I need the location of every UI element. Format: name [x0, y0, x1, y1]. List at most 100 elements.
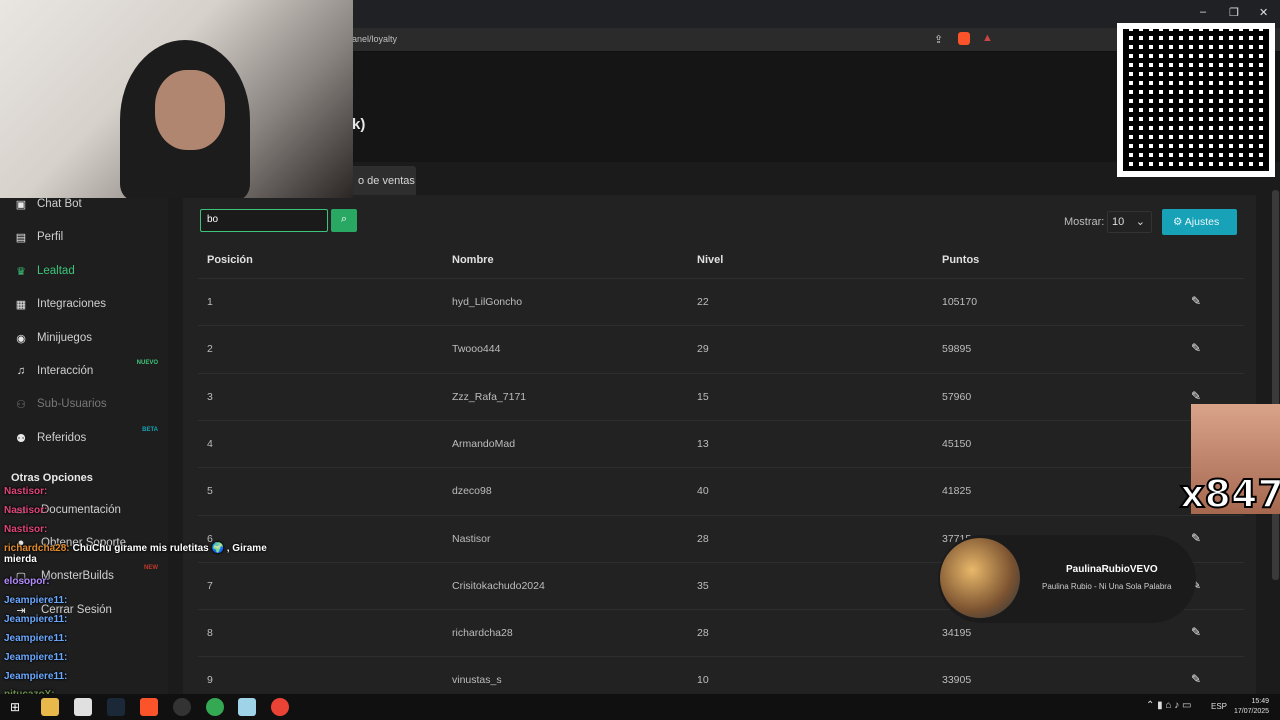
- minimize-button[interactable]: –: [1200, 6, 1206, 18]
- cell-position: 1: [207, 296, 213, 308]
- column-header-position: Posición: [207, 254, 253, 266]
- column-header-level: Nivel: [697, 254, 724, 266]
- obs-icon[interactable]: [173, 698, 191, 716]
- id-card-icon: ▤: [15, 231, 27, 244]
- column-header-points: Puntos: [942, 254, 980, 266]
- cell-points: 59895: [942, 343, 972, 356]
- chat-username: Jeampiere11:: [4, 614, 68, 625]
- plug-icon: ▦: [15, 298, 27, 311]
- sidebar-item-label: Sub-Usuarios: [37, 398, 107, 410]
- edit-icon[interactable]: ✎: [1191, 531, 1201, 545]
- search-icon: ⌕: [340, 213, 348, 225]
- page-title: k): [352, 116, 366, 133]
- table-row: 5dzeco984041825✎: [198, 467, 1244, 514]
- music-icon: ♫: [16, 365, 26, 377]
- language-indicator[interactable]: ESP: [1211, 702, 1227, 711]
- new-badge: NUEVO: [136, 360, 158, 366]
- clock-time: 15:49: [1251, 698, 1270, 705]
- page-size-select[interactable]: 10 ⌄: [1107, 211, 1152, 233]
- cell-points: 105170: [942, 296, 978, 308]
- edit-icon[interactable]: ✎: [1191, 389, 1201, 403]
- chat-message: Jeampiere11:: [4, 652, 294, 663]
- chrome-icon[interactable]: [206, 698, 224, 716]
- chat-username: Jeampiere11:: [4, 633, 68, 644]
- store-icon[interactable]: [74, 698, 92, 716]
- table-row: 3 Zzz_Rafa_7171 15 57960 ✎: [198, 372, 1244, 420]
- edit-icon[interactable]: ✎: [1191, 294, 1201, 308]
- meme-counter: x8471: [1179, 471, 1280, 517]
- chat-message: elosopor:: [4, 576, 294, 587]
- chat-message: richardcha28: ChuChu girame mis ruletitas…: [4, 543, 294, 565]
- edit-icon[interactable]: ✎: [1191, 672, 1201, 686]
- sidebar-item-label: Lealtad: [37, 265, 75, 277]
- brave-icon[interactable]: [140, 698, 158, 716]
- album-art: [940, 538, 1020, 618]
- page-size-value: 10: [1112, 216, 1125, 228]
- cell-name: vinustas_s: [452, 674, 502, 687]
- restore-button[interactable]: ❐: [1229, 6, 1239, 19]
- new-badge: NEW: [144, 565, 158, 571]
- sidebar-item-label: Chat Bot: [37, 198, 82, 210]
- cell-points: 45150: [942, 437, 972, 450]
- gamepad-icon: ◉: [16, 332, 26, 345]
- chat-username: Nastisor:: [4, 505, 48, 516]
- sidebar-item-integrations[interactable]: ▦ Integraciones: [0, 289, 168, 319]
- sidebar-item-profile[interactable]: ▤ Perfil: [0, 222, 168, 252]
- search-input[interactable]: bo: [200, 209, 328, 232]
- face: [155, 70, 225, 150]
- edit-icon[interactable]: ✎: [1191, 341, 1201, 355]
- sidebar-item-loyalty[interactable]: ♛ Lealtad: [0, 256, 168, 286]
- chat-message: Nastisor:: [4, 505, 294, 516]
- cell-level: 15: [697, 390, 709, 403]
- chat-username: Jeampiere11:: [4, 671, 68, 682]
- notepad-icon[interactable]: [238, 698, 256, 716]
- chat-username: Jeampiere11:: [4, 652, 68, 663]
- settings-button[interactable]: ⚙ Ajustes: [1162, 209, 1237, 235]
- table-row: 4ArmandoMad1345150✎: [198, 419, 1244, 467]
- cell-name: hyd_LilGoncho: [452, 296, 523, 308]
- close-button[interactable]: ✕: [1259, 6, 1268, 19]
- table-row: 1 hyd_LilGoncho 22 105170 ✎: [198, 278, 1244, 325]
- cell-level: 28: [697, 532, 709, 545]
- chat-message: Nastisor:: [4, 486, 294, 497]
- user-group-icon: ⚉: [16, 432, 26, 445]
- cell-points: 34195: [942, 627, 972, 640]
- share-icon[interactable]: ⇪: [934, 33, 943, 46]
- tray-icons[interactable]: ⌃ ▮ ⌂ ♪ ▭: [1146, 700, 1191, 711]
- sidebar-item-interaction[interactable]: ♫ Interacción NUEVO: [0, 356, 168, 386]
- sidebar-item-label: Interacción: [37, 365, 94, 377]
- table-row: 2 Twooo444 29 59895 ✎: [198, 325, 1244, 372]
- file-explorer-icon[interactable]: [41, 698, 59, 716]
- qr-code: [1117, 23, 1275, 177]
- sidebar-item-subusers[interactable]: ⚇ Sub-Usuarios: [0, 389, 168, 419]
- chat-message: Nastisor:: [4, 524, 294, 535]
- chat-message: Jeampiere11:: [4, 614, 294, 625]
- cell-points: 41825: [942, 485, 972, 498]
- search-button[interactable]: ⌕: [331, 209, 357, 232]
- windows-start-icon[interactable]: ⊞: [10, 700, 20, 714]
- sidebar-item-minigames[interactable]: ◉ Minijuegos: [0, 323, 168, 353]
- clock[interactable]: 15:49 17/07/2025: [1234, 697, 1269, 717]
- chat-username: Jeampiere11:: [4, 595, 68, 606]
- robot-icon: ▣: [15, 198, 27, 211]
- cell-position: 4: [207, 437, 213, 450]
- edit-icon[interactable]: ✎: [1191, 625, 1201, 639]
- chat-message: Jeampiere11:: [4, 671, 294, 682]
- show-label: Mostrar:: [1064, 216, 1105, 228]
- trophy-icon: ♛: [16, 265, 26, 278]
- cell-points: 57960: [942, 390, 972, 403]
- chevron-down-icon: ⌄: [1135, 216, 1145, 228]
- sidebar-item-referrals[interactable]: ⚉ Referidos BETA: [0, 423, 168, 453]
- tab-sales[interactable]: o de ventas: [346, 166, 416, 196]
- brave-shield-icon[interactable]: [958, 32, 970, 45]
- cell-name: Zzz_Rafa_7171: [452, 390, 527, 403]
- scrollbar[interactable]: [1272, 190, 1279, 580]
- steam-icon[interactable]: [107, 698, 125, 716]
- cell-level: 28: [697, 627, 709, 640]
- cell-points: 33905: [942, 674, 972, 687]
- chrome-alt-icon[interactable]: [271, 698, 289, 716]
- brave-rewards-icon[interactable]: ▲: [982, 32, 993, 44]
- settings-label: Ajustes: [1184, 216, 1220, 228]
- clock-date: 17/07/2025: [1234, 708, 1270, 715]
- chat-username: Nastisor:: [4, 486, 48, 497]
